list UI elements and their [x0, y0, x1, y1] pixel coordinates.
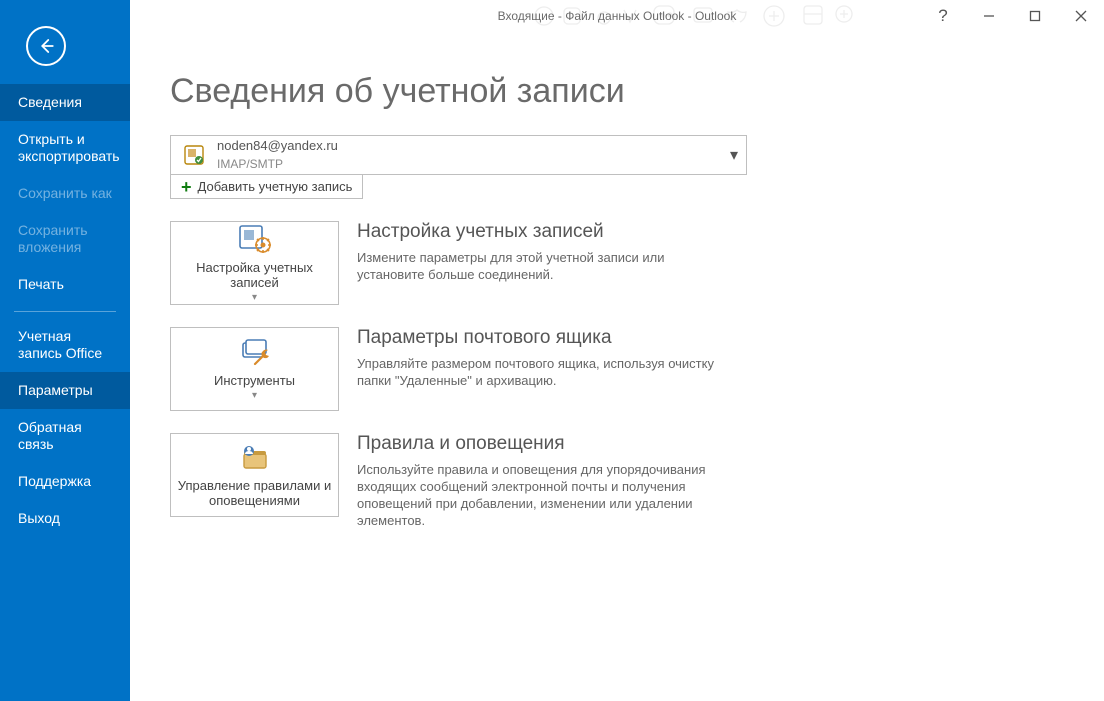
account-protocol: IMAP/SMTP: [217, 157, 338, 171]
sidebar-item-label: Поддержка: [18, 473, 91, 489]
minimize-icon: [983, 10, 995, 22]
back-button[interactable]: [26, 26, 66, 66]
sidebar-item-info[interactable]: Сведения: [0, 84, 130, 121]
sidebar-item-label: Учетная запись Office: [18, 328, 102, 361]
content-area: Входящие - Файл данных Outlook - Outlook…: [130, 0, 1104, 701]
sidebar-item-label: Выход: [18, 510, 60, 526]
backstage-sidebar: Сведения Открыть и экспортировать Сохран…: [0, 0, 130, 701]
sidebar-item-save-as: Сохранить как: [0, 175, 130, 212]
decorative-doodles: [524, 0, 944, 32]
rules-alerts-tile[interactable]: Управление правилами и оповещениями: [170, 433, 339, 517]
close-icon: [1075, 10, 1087, 22]
sidebar-item-label: Сохранить как: [18, 185, 112, 201]
section-title: Правила и оповещения: [357, 433, 727, 455]
account-settings-tile[interactable]: Настройка учетных записей ▾: [170, 221, 339, 305]
maximize-button[interactable]: [1012, 0, 1058, 32]
account-settings-icon: [238, 224, 272, 254]
add-account-label: Добавить учетную запись: [198, 179, 353, 194]
account-email: noden84@yandex.ru: [217, 139, 338, 153]
section-description: Измените параметры для этой учетной запи…: [357, 249, 727, 283]
section-description: Используйте правила и оповещения для упо…: [357, 461, 727, 529]
arrow-left-icon: [37, 37, 55, 55]
sidebar-item-exit[interactable]: Выход: [0, 500, 130, 537]
rules-alerts-icon: [238, 442, 272, 472]
account-icon: [181, 142, 207, 168]
sidebar-item-label: Сведения: [18, 94, 82, 110]
sidebar-item-label: Печать: [18, 276, 64, 292]
sidebar-item-save-attachments: Сохранить вложения: [0, 212, 130, 266]
chevron-down-icon: ▾: [252, 390, 257, 401]
plus-icon: +: [181, 180, 192, 194]
sidebar-separator: [14, 311, 116, 312]
tile-label: Настройка учетных записей: [177, 260, 332, 290]
page-title: Сведения об учетной записи: [170, 72, 1064, 111]
help-button[interactable]: ?: [920, 0, 966, 32]
minimize-button[interactable]: [966, 0, 1012, 32]
sidebar-item-feedback[interactable]: Обратная связь: [0, 409, 130, 463]
sidebar-item-support[interactable]: Поддержка: [0, 463, 130, 500]
tile-label: Управление правилами и оповещениями: [177, 478, 332, 508]
add-account-button[interactable]: + Добавить учетную запись: [170, 174, 363, 199]
chevron-down-icon: ▾: [730, 145, 738, 165]
sidebar-item-options[interactable]: Параметры: [0, 372, 130, 409]
section-title: Настройка учетных записей: [357, 221, 727, 243]
tools-icon: [238, 337, 272, 367]
sidebar-item-label: Открыть и экспортировать: [18, 131, 120, 164]
sidebar-item-print[interactable]: Печать: [0, 266, 130, 303]
account-selector[interactable]: noden84@yandex.ru IMAP/SMTP ▾: [170, 135, 747, 175]
tile-label: Инструменты: [214, 373, 295, 388]
section-description: Управляйте размером почтового ящика, исп…: [357, 355, 727, 389]
sidebar-item-label: Параметры: [18, 382, 93, 398]
title-bar: Входящие - Файл данных Outlook - Outlook…: [130, 0, 1104, 32]
section-title: Параметры почтового ящика: [357, 327, 727, 349]
maximize-icon: [1029, 10, 1041, 22]
sidebar-item-label: Обратная связь: [18, 419, 82, 452]
tools-tile[interactable]: Инструменты ▾: [170, 327, 339, 411]
chevron-down-icon: ▾: [252, 292, 257, 303]
sidebar-item-label: Сохранить вложения: [18, 222, 88, 255]
close-button[interactable]: [1058, 0, 1104, 32]
sidebar-item-office-account[interactable]: Учетная запись Office: [0, 318, 130, 372]
sidebar-item-open-export[interactable]: Открыть и экспортировать: [0, 121, 130, 175]
